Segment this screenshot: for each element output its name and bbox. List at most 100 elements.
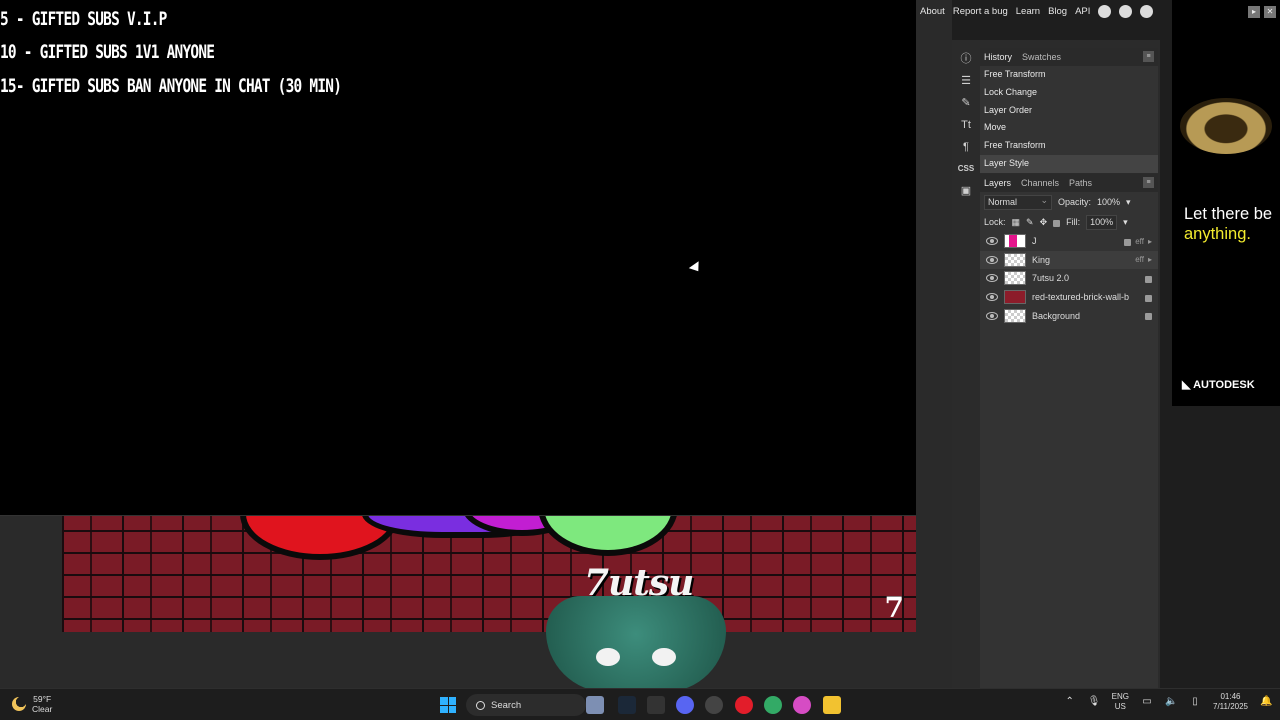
layer-name: red-textured-brick-wall-b [1032,292,1130,303]
expand-arrow-icon[interactable]: ▸ [1148,255,1152,264]
history-entry[interactable]: Layer Order [980,102,1158,120]
history-entry[interactable]: Free Transform [980,137,1158,155]
lock-icon [1145,313,1152,321]
visibility-eye-icon[interactable] [986,311,998,320]
ad-options-icon[interactable]: ▸ [1248,6,1260,18]
lock-brush-icon[interactable]: ✎ [1026,217,1034,228]
expand-arrow-icon[interactable]: ▸ [1148,237,1152,246]
visibility-eye-icon[interactable] [986,293,998,302]
blend-options-row: Normal Opacity: 100% ▾ [980,192,1158,212]
nav-learn[interactable]: Learn [1016,6,1040,17]
crown-crest-icon: 7 [884,591,904,624]
opacity-value[interactable]: 100% [1097,197,1120,207]
history-entry[interactable]: Free Transform [980,66,1158,84]
layer-row[interactable]: King eff ▸ [980,250,1158,270]
twitter-icon[interactable] [1119,4,1133,18]
history-tabbar: History Swatches ≡ [980,48,1158,66]
tab-layers[interactable]: Layers [984,178,1011,188]
app-icon[interactable] [705,696,723,714]
ad-brand-name: AUTODESK [1193,379,1255,391]
controller-stick-left [596,648,620,666]
tab-swatches[interactable]: Swatches [1022,52,1061,62]
advertisement[interactable]: ▸ ✕ Let there be anything. ◣ AUTODESK [1172,0,1280,406]
battery-icon[interactable]: ▯ [1189,696,1201,708]
layer-thumbnail [1004,252,1026,267]
caret-down-icon[interactable]: ▾ [1126,197,1131,208]
layer-status [1145,312,1152,321]
nav-api[interactable]: API [1075,6,1090,17]
chevron-up-icon[interactable]: ⌃ [1064,696,1076,708]
panel-menu-icon[interactable]: ≡ [1143,51,1154,62]
epic-games-icon[interactable] [647,696,665,714]
lock-transparency-icon[interactable]: ▦ [1012,217,1021,228]
windows-taskbar: 59°F Clear Search ⌃ 🎙 ENG US ▭ 🔈 ▯ 01:46… [0,688,1280,720]
layer-thumbnail [1004,271,1026,286]
ad-close-icon[interactable]: ✕ [1264,6,1276,18]
clock[interactable]: 01:46 7/11/2025 [1213,692,1248,712]
layer-thumbnail [1004,234,1026,249]
steam-icon[interactable] [618,696,636,714]
type-icon[interactable]: Tt [957,116,975,134]
volume-icon[interactable]: 🔈 [1165,696,1177,708]
tab-channels[interactable]: Channels [1021,178,1059,188]
adjustments-icon[interactable]: ☰ [957,72,975,90]
tab-paths[interactable]: Paths [1069,178,1092,188]
windows-start-icon[interactable] [440,697,456,713]
app-icon[interactable] [764,696,782,714]
layer-row[interactable]: J eff ▸ [980,232,1158,251]
lock-all-icon[interactable] [1053,219,1061,227]
visibility-eye-icon[interactable] [986,255,998,264]
lock-move-icon[interactable]: ✥ [1040,217,1048,228]
mouse-cursor-icon [688,261,704,275]
paragraph-icon[interactable]: ¶ [957,138,975,156]
language-indicator[interactable]: ENG US [1112,692,1129,712]
opera-gx-icon[interactable] [735,696,753,714]
blend-mode-select[interactable]: Normal [984,194,1052,210]
image-icon[interactable]: ▣ [957,182,975,200]
weather-widget[interactable]: 59°F Clear [12,694,52,714]
nav-about[interactable]: About [920,6,945,17]
itunes-icon[interactable] [793,696,811,714]
history-entry[interactable]: Layer Style [980,154,1158,173]
microphone-icon[interactable]: 🎙 [1088,696,1101,708]
taskbar-search[interactable]: Search [466,694,586,716]
css-icon[interactable]: CSS [957,160,975,178]
history-entry[interactable]: Lock Change [980,84,1158,102]
lock-options-row: Lock: ▦ ✎ ✥ Fill: 100% ▾ [980,212,1158,232]
layer-status [1145,275,1152,283]
task-view-icon[interactable] [586,696,604,714]
panel-menu-icon[interactable]: ≡ [1143,177,1154,188]
fill-label: Fill: [1066,217,1081,227]
opacity-label: Opacity: [1058,197,1092,207]
file-explorer-icon[interactable] [823,696,841,714]
stadium-image [1180,98,1272,154]
search-icon [476,700,485,710]
effects-badge[interactable]: eff [1135,237,1144,246]
visibility-eye-icon[interactable] [986,237,998,246]
tab-history[interactable]: History [984,52,1012,62]
nav-blog[interactable]: Blog [1048,6,1067,17]
effects-badge[interactable]: eff [1135,255,1144,264]
nav-report-bug[interactable]: Report a bug [953,6,1008,17]
search-label: Search [491,699,522,711]
caret-down-icon[interactable]: ▾ [1123,217,1128,228]
layer-row[interactable]: red-textured-brick-wall-b [980,288,1158,307]
top-nav: About Report a bug Learn Blog API [916,0,1170,22]
fill-value[interactable]: 100% [1086,214,1118,230]
discord-icon[interactable] [676,696,694,714]
notification-icon[interactable]: 🔔 [1260,696,1272,708]
reddit-icon[interactable] [1098,4,1112,18]
gamepad-artwork [546,596,726,692]
visibility-eye-icon[interactable] [986,274,998,283]
facebook-icon[interactable] [1140,4,1154,18]
layer-name: 7utsu 2.0 [1032,273,1070,284]
stream-overlay-window[interactable]: 5 - GIFTED SUBS V.I.P 10 - GIFTED SUBS 1… [0,0,916,516]
info-icon[interactable]: ⓘ [957,50,975,68]
layer-row[interactable]: 7utsu 2.0 [980,269,1158,288]
history-entry[interactable]: Move [980,119,1158,137]
layer-row[interactable]: Background [980,306,1158,325]
lock-icon [1124,238,1132,246]
network-icon[interactable]: ▭ [1141,696,1153,708]
clock-time: 01:46 [1220,692,1241,701]
brush-icon[interactable]: ✎ [957,94,975,112]
